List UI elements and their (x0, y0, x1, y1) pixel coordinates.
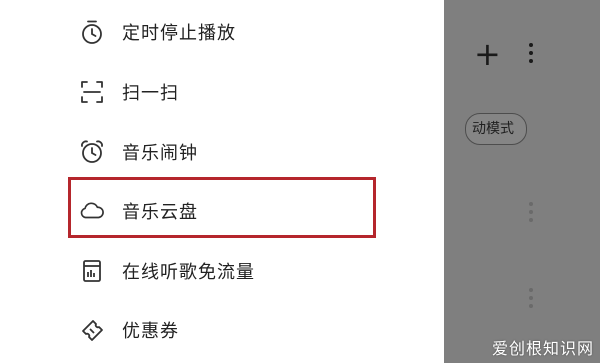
more-options-icon (529, 43, 533, 63)
menu-item-scan[interactable]: 扫一扫 (0, 63, 444, 121)
scan-icon (79, 79, 105, 105)
menu-item-coupons[interactable]: 优惠券 (0, 301, 444, 359)
menu-item-label: 优惠券 (122, 321, 179, 342)
menu-item-label: 在线听歌免流量 (122, 262, 255, 283)
timer-icon (79, 19, 105, 45)
add-icon: + (474, 35, 501, 73)
mode-chip: 动模式 (465, 113, 527, 145)
song-more-icon (529, 202, 533, 222)
menu-item-free-data-streaming[interactable]: 在线听歌免流量 (0, 242, 444, 300)
navigation-drawer: 定时停止播放 扫一扫 音乐闹钟 音乐云盘 在线听歌免流量 优惠券 (0, 0, 444, 363)
background-scrim[interactable] (444, 0, 600, 363)
mode-chip-label: 动模式 (472, 121, 514, 137)
menu-item-label: 扫一扫 (122, 83, 179, 104)
song-more-icon (529, 288, 533, 308)
menu-item-music-alarm[interactable]: 音乐闹钟 (0, 123, 444, 181)
coupon-icon (79, 317, 105, 343)
alarm-clock-icon (79, 139, 105, 165)
menu-item-label: 定时停止播放 (122, 23, 236, 44)
watermark: 爱创根知识网 (491, 339, 594, 358)
sim-card-icon (79, 258, 105, 284)
highlight-box (68, 177, 376, 238)
menu-item-sleep-timer[interactable]: 定时停止播放 (0, 3, 444, 61)
menu-item-label: 音乐闹钟 (122, 143, 198, 164)
